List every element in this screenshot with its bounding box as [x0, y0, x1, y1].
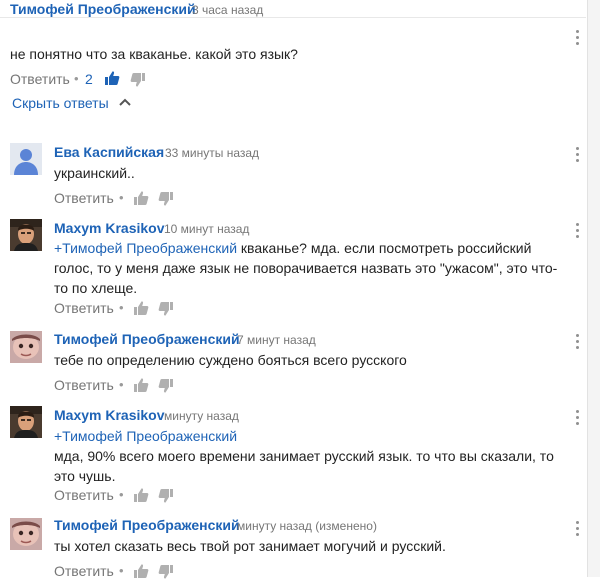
avatar[interactable]: [10, 518, 42, 550]
thumbs-down-icon[interactable]: [158, 564, 174, 580]
separator: •: [119, 300, 124, 315]
more-vertical-icon[interactable]: [576, 334, 580, 350]
separator: •: [119, 377, 124, 392]
comment-author[interactable]: Maxym Krasikov: [54, 220, 165, 236]
comment-text: ты хотел сказать весь твой рот занимает …: [54, 538, 446, 554]
reply-button[interactable]: Ответить: [54, 190, 114, 206]
separator: •: [119, 487, 124, 502]
comment-author[interactable]: Ева Каспийская: [54, 144, 164, 160]
mention-link[interactable]: +Тимофей Преображенский: [54, 240, 237, 256]
comment-author[interactable]: Тимофей Преображенский: [10, 1, 196, 17]
comment-time[interactable]: 10 минут назад: [164, 222, 249, 236]
comment-text: +Тимофей Преображенский мда, 90% всего м…: [54, 426, 574, 486]
comment-time[interactable]: минуту назад: [164, 409, 239, 423]
avatar[interactable]: [10, 219, 42, 251]
hide-replies-label: Скрыть ответы: [12, 95, 109, 111]
thumbs-down-icon[interactable]: [158, 378, 174, 394]
reply-button[interactable]: Ответить: [54, 487, 114, 503]
separator: •: [119, 190, 124, 205]
comment-text: не понятно что за кваканье. какой это яз…: [10, 46, 298, 62]
like-count: 2: [85, 71, 93, 87]
comment-text-line: то по хлеще.: [54, 280, 138, 296]
thumbs-up-icon[interactable]: [104, 70, 120, 86]
avatar[interactable]: [10, 143, 42, 175]
reply-button[interactable]: Ответить: [54, 300, 114, 316]
hide-replies-button[interactable]: Скрыть ответы: [12, 95, 131, 113]
comment-text: тебе по определению суждено бояться всег…: [54, 352, 407, 368]
top-divider: [0, 17, 586, 18]
scrollbar[interactable]: [587, 0, 600, 577]
comment-time[interactable]: минуту назад (изменено): [237, 519, 377, 533]
avatar[interactable]: [10, 406, 42, 438]
comment-author[interactable]: Maxym Krasikov: [54, 407, 165, 423]
more-vertical-icon[interactable]: [576, 410, 580, 426]
comment-text-line: мда, 90% всего моего времени занимает ру…: [54, 448, 554, 464]
comment-text-line: голос, то у меня даже язык не поворачива…: [54, 260, 558, 276]
more-vertical-icon[interactable]: [576, 147, 580, 163]
thumbs-up-icon[interactable]: [133, 300, 149, 316]
comment-text: +Тимофей Преображенский кваканье? мда. е…: [54, 238, 574, 298]
reply-button[interactable]: Ответить: [10, 71, 70, 87]
comment-author[interactable]: Тимофей Преображенский: [54, 331, 240, 347]
comment-time[interactable]: 33 минуты назад: [165, 146, 259, 160]
comment-text-line: это чушь.: [54, 468, 116, 484]
thumbs-up-icon[interactable]: [133, 190, 149, 206]
separator: •: [74, 71, 79, 86]
separator: •: [119, 563, 124, 578]
more-vertical-icon[interactable]: [576, 30, 580, 46]
more-vertical-icon[interactable]: [576, 521, 580, 537]
comment-text: украинский..: [54, 165, 135, 181]
thumbs-down-icon[interactable]: [158, 488, 174, 504]
mention-link[interactable]: +Тимофей Преображенский: [54, 428, 237, 444]
comment-author[interactable]: Тимофей Преображенский: [54, 517, 240, 533]
thumbs-down-icon[interactable]: [130, 72, 146, 88]
comment-time[interactable]: 7 минут назад: [237, 333, 316, 347]
reply-button[interactable]: Ответить: [54, 377, 114, 393]
thumbs-up-icon[interactable]: [133, 487, 149, 503]
comment-time[interactable]: 3 часа назад: [192, 3, 263, 17]
more-vertical-icon[interactable]: [576, 223, 580, 239]
chevron-up-icon: [119, 98, 131, 106]
thumbs-up-icon[interactable]: [133, 377, 149, 393]
avatar[interactable]: [10, 331, 42, 363]
comment-text-line: кваканье? мда. если посмотреть российски…: [237, 240, 532, 256]
thumbs-down-icon[interactable]: [158, 301, 174, 317]
thumbs-down-icon[interactable]: [158, 191, 174, 207]
